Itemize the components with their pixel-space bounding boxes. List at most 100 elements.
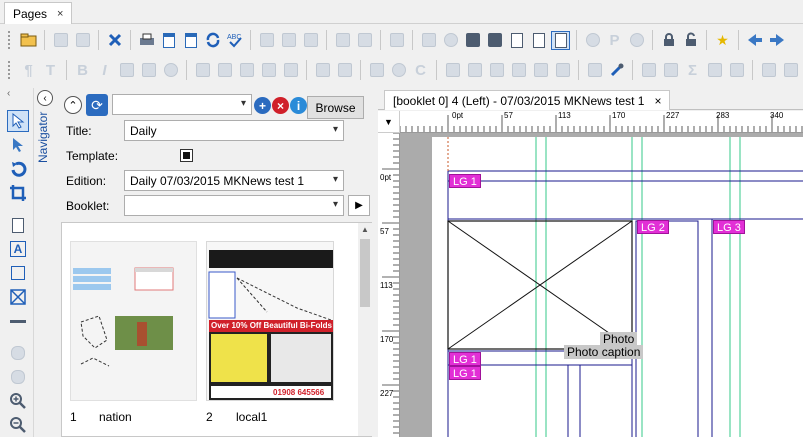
tab-pages[interactable]: Pages × (4, 2, 73, 24)
rotate-tool-icon[interactable] (7, 158, 29, 180)
unlock-icon[interactable] (681, 31, 700, 50)
close-icon[interactable]: × (57, 8, 63, 20)
bulb-icon[interactable] (389, 61, 408, 80)
redo-icon[interactable] (355, 31, 374, 50)
eyedropper-icon[interactable] (607, 61, 626, 80)
photo-label[interactable]: Photo (600, 332, 638, 346)
page-frame-tool-icon[interactable] (7, 214, 29, 236)
lock-icon[interactable] (659, 31, 678, 50)
outdent-icon[interactable] (259, 61, 278, 80)
arrow-left-icon[interactable] (745, 31, 764, 50)
scrollbar-thumb[interactable] (360, 239, 370, 307)
align-center-icon[interactable] (465, 61, 484, 80)
sigma-icon[interactable]: Σ (683, 61, 702, 80)
refresh-button[interactable]: ⟳ (86, 94, 108, 116)
globe-icon[interactable] (441, 31, 460, 50)
refresh-icon[interactable] (203, 31, 222, 50)
columns-icon[interactable] (759, 61, 778, 80)
rectangle-tool-icon[interactable] (7, 262, 29, 284)
close-icon[interactable]: × (654, 94, 661, 108)
chevron-up-icon[interactable]: ⌃ (64, 96, 82, 114)
page-properties-icon[interactable] (181, 31, 200, 50)
info-icon[interactable]: i (290, 97, 307, 114)
output-icon[interactable] (551, 30, 570, 50)
indent-icon[interactable] (237, 61, 256, 80)
justify-icon[interactable] (509, 61, 528, 80)
direct-select-tool-icon[interactable] (7, 134, 29, 156)
play-icon[interactable]: ▶ (348, 195, 370, 216)
strike-icon[interactable] (139, 61, 158, 80)
title-dropdown[interactable]: Daily ▾ (124, 120, 344, 141)
align-left-icon[interactable] (443, 61, 462, 80)
image-icon[interactable] (367, 61, 386, 80)
ruler-origin-icon[interactable]: ▼ (378, 111, 400, 133)
tab-document[interactable]: [booklet 0] 4 (Left) - 07/03/2015 MKNews… (384, 90, 671, 110)
pages-icon[interactable] (529, 31, 548, 50)
navigator-collapse-icon[interactable]: ‹ (37, 90, 53, 106)
web-icon[interactable] (627, 31, 646, 50)
frame-tag-lg3[interactable]: LG 3 (713, 220, 745, 234)
zoom-out-icon[interactable] (7, 414, 29, 436)
rows-icon[interactable] (781, 61, 800, 80)
crop-tool-icon[interactable] (7, 182, 29, 204)
justify-last-icon[interactable] (553, 61, 572, 80)
export-icon[interactable] (387, 31, 406, 50)
navigator-label[interactable]: Navigator (36, 112, 50, 192)
print-icon[interactable] (137, 31, 156, 50)
delete-icon[interactable] (105, 31, 124, 50)
pin-icon[interactable]: P (605, 31, 624, 50)
line-tool-icon[interactable] (7, 310, 29, 332)
layout-canvas[interactable]: LG 1 LG 2 LG 3 Photo Photo caption LG 1 … (400, 133, 803, 437)
prev-page-icon[interactable] (661, 61, 680, 80)
remove-icon[interactable]: × (272, 97, 289, 114)
browse-button[interactable]: Browse (307, 96, 364, 119)
table-icon[interactable] (281, 61, 300, 80)
bullet-list-icon[interactable] (193, 61, 212, 80)
find-icon[interactable] (419, 31, 438, 50)
picture-frame-tool-icon[interactable] (7, 286, 29, 308)
zoom-in-icon[interactable] (7, 390, 29, 412)
booklet-dropdown[interactable]: ▾ (124, 195, 344, 216)
star-icon[interactable]: ★ (713, 31, 732, 50)
paragraph-icon[interactable]: ¶ (19, 61, 38, 80)
select-tool-icon[interactable] (7, 110, 29, 132)
spellcheck-icon[interactable]: ABC (225, 31, 244, 50)
save-all-icon[interactable] (73, 31, 92, 50)
checklist-icon[interactable] (159, 31, 178, 50)
move-down-icon[interactable] (705, 61, 724, 80)
edition-dropdown[interactable]: Daily 07/03/2015 MKNews test 1 ▾ (124, 170, 344, 191)
circle-icon[interactable] (161, 61, 180, 80)
undo-icon[interactable] (333, 31, 352, 50)
frame-tag-lg1-a[interactable]: LG 1 (449, 352, 481, 366)
copyright-icon[interactable]: C (411, 61, 430, 80)
toolbar-grip[interactable] (8, 31, 12, 49)
text-style-icon[interactable]: T (41, 61, 60, 80)
frame-tag-lg1-b[interactable]: LG 1 (449, 366, 481, 380)
globe-gray-icon[interactable] (583, 31, 602, 50)
photo-caption-label[interactable]: Photo caption (564, 345, 644, 359)
page-thumbnail-1[interactable] (70, 241, 197, 401)
layout-icon[interactable] (485, 31, 504, 50)
eyedropper-gray-icon[interactable] (585, 61, 604, 80)
cut-icon[interactable] (257, 31, 276, 50)
scroll-up-icon[interactable]: ▲ (358, 223, 372, 237)
bold-icon[interactable]: B (73, 61, 92, 80)
template-checkbox[interactable] (180, 149, 193, 162)
add-icon[interactable]: + (254, 97, 271, 114)
vertical-ruler[interactable]: 0pt 57 113 170 227 (378, 133, 400, 437)
text-frame-tool-icon[interactable]: A (7, 238, 29, 260)
page-selector-combo[interactable]: ▾ (112, 94, 252, 115)
numbered-list-icon[interactable] (215, 61, 234, 80)
dropdown-more-icon[interactable] (727, 61, 746, 80)
unlink-tool-icon[interactable] (7, 366, 29, 388)
frame-tag-lg2[interactable]: LG 2 (637, 220, 669, 234)
save-icon[interactable] (51, 31, 70, 50)
justify-all-icon[interactable] (531, 61, 550, 80)
small-caps-icon[interactable] (117, 61, 136, 80)
layout-page[interactable]: LG 1 LG 2 LG 3 Photo Photo caption LG 1 … (432, 137, 803, 437)
thumbnails-scrollbar[interactable]: ▲ (358, 223, 372, 436)
toolbar-grip[interactable] (8, 61, 12, 79)
preview-icon[interactable] (463, 31, 482, 50)
link-tool-icon[interactable] (7, 342, 29, 364)
arrow-right-icon[interactable] (767, 31, 786, 50)
